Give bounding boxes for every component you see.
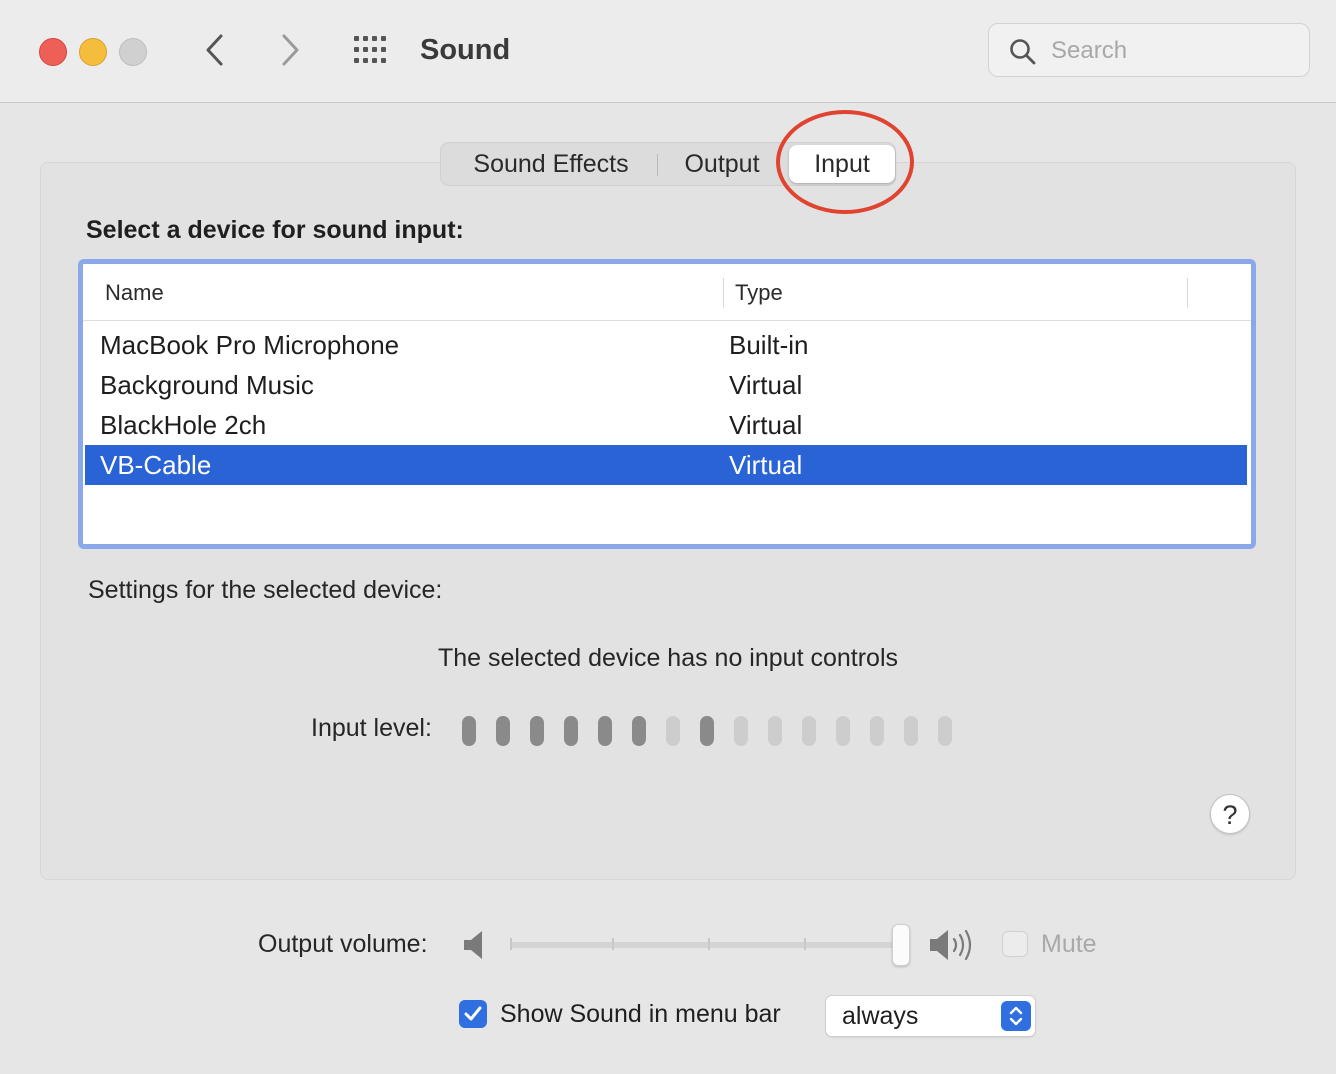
- select-value: always: [842, 1002, 919, 1030]
- input-level-segment: [700, 716, 714, 746]
- show-all-button[interactable]: [352, 34, 392, 66]
- back-button[interactable]: [195, 30, 235, 70]
- slider-tick: [708, 938, 710, 950]
- column-divider: [1187, 278, 1188, 308]
- show-in-menu-bar-checkbox[interactable]: [459, 1000, 487, 1028]
- tab-bar: Sound Effects Output Input: [440, 142, 896, 186]
- device-name: Background Music: [100, 370, 314, 400]
- zoom-button[interactable]: [119, 38, 147, 66]
- no-controls-message: The selected device has no input control…: [438, 644, 898, 672]
- output-volume-slider-knob[interactable]: [892, 924, 910, 966]
- column-header-type[interactable]: Type: [735, 280, 783, 306]
- device-name: VB-Cable: [100, 450, 212, 480]
- forward-button[interactable]: [270, 30, 310, 70]
- chevron-right-icon: [282, 34, 299, 66]
- input-level-segment: [904, 716, 918, 746]
- search-input[interactable]: [1049, 34, 1293, 68]
- input-level-segment: [938, 716, 952, 746]
- tab-output[interactable]: Output: [667, 143, 777, 185]
- title-bar: Sound: [0, 0, 1336, 103]
- input-device-table[interactable]: Name Type MacBook Pro Microphone Built-i…: [78, 259, 1256, 549]
- device-type: Virtual: [729, 410, 803, 440]
- table-row[interactable]: Background Music Virtual: [85, 365, 1247, 405]
- input-level-label: Input level:: [311, 714, 432, 742]
- table-header: Name Type: [83, 264, 1251, 321]
- mute-checkbox[interactable]: [1002, 931, 1028, 957]
- table-row-selected[interactable]: VB-Cable Virtual: [85, 445, 1247, 485]
- tab-divider: [657, 154, 658, 176]
- input-level-segment: [836, 716, 850, 746]
- device-type: Built-in: [729, 330, 809, 360]
- checkmark-icon: [464, 1006, 482, 1021]
- input-level-segment: [462, 716, 476, 746]
- device-type: Virtual: [729, 450, 803, 480]
- settings-label: Settings for the selected device:: [88, 576, 443, 604]
- device-list-heading: Select a device for sound input:: [86, 216, 464, 244]
- device-type: Virtual: [729, 370, 803, 400]
- input-level-segment: [530, 716, 544, 746]
- table-row[interactable]: MacBook Pro Microphone Built-in: [85, 325, 1247, 365]
- input-level-segment: [734, 716, 748, 746]
- search-field[interactable]: [988, 23, 1310, 77]
- input-level-segment: [564, 716, 578, 746]
- output-volume-label: Output volume:: [258, 930, 428, 958]
- column-header-name[interactable]: Name: [105, 280, 164, 306]
- minimize-button[interactable]: [79, 38, 107, 66]
- select-stepper: [1001, 1001, 1031, 1031]
- speaker-low-icon: [464, 931, 482, 959]
- grid-icon: [354, 36, 386, 63]
- help-button[interactable]: ?: [1210, 794, 1250, 834]
- menu-bar-visibility-select[interactable]: always: [825, 995, 1036, 1037]
- tab-input[interactable]: Input: [789, 145, 895, 183]
- up-down-chevron-icon: [1009, 1006, 1023, 1026]
- slider-tick: [510, 938, 512, 950]
- input-level-segment: [632, 716, 646, 746]
- device-name: MacBook Pro Microphone: [100, 330, 400, 360]
- input-level-segment: [768, 716, 782, 746]
- slider-tick: [804, 938, 806, 950]
- speaker-high-icon: [930, 929, 972, 961]
- output-volume-track[interactable]: [510, 942, 902, 948]
- slider-tick: [612, 938, 614, 950]
- input-level-segment: [598, 716, 612, 746]
- search-icon: [1010, 39, 1036, 65]
- device-name: BlackHole 2ch: [100, 410, 267, 440]
- input-level-segment: [802, 716, 816, 746]
- tab-sound-effects[interactable]: Sound Effects: [455, 143, 647, 185]
- input-level-segment: [496, 716, 510, 746]
- input-level-segment: [666, 716, 680, 746]
- close-button[interactable]: [39, 38, 67, 66]
- show-in-menu-bar-label: Show Sound in menu bar: [500, 1000, 781, 1028]
- column-divider: [723, 278, 724, 308]
- window-title: Sound: [420, 34, 511, 66]
- mute-label: Mute: [1041, 930, 1097, 958]
- table-row[interactable]: BlackHole 2ch Virtual: [85, 405, 1247, 445]
- chevron-left-icon: [206, 34, 223, 66]
- input-level-segment: [870, 716, 884, 746]
